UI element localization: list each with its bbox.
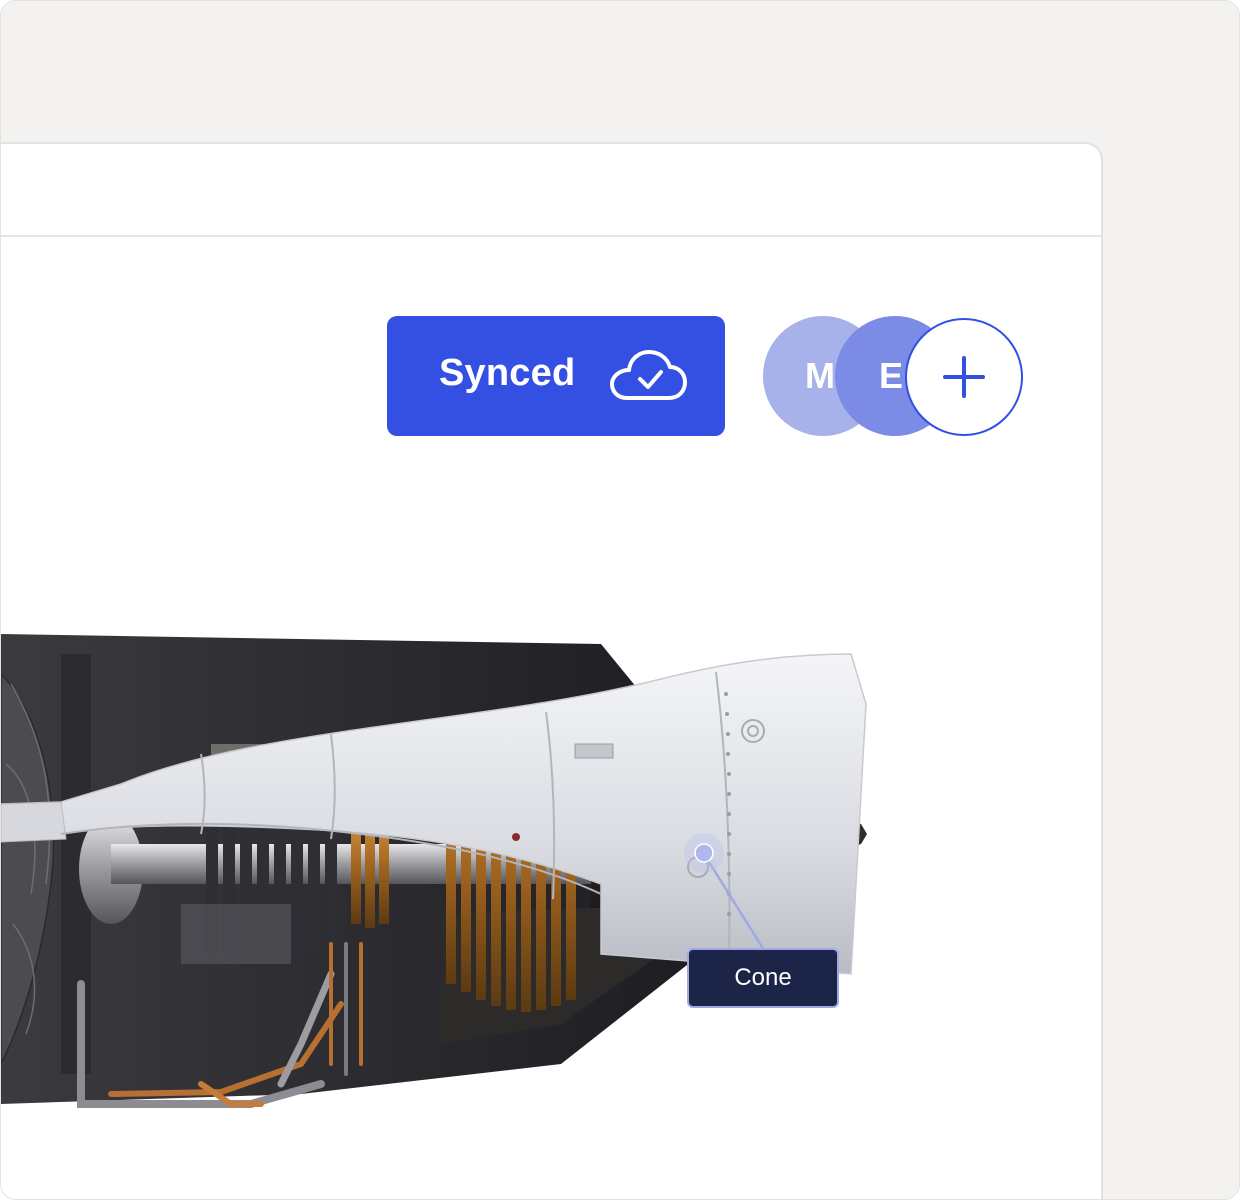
plus-icon: [943, 356, 985, 398]
toolbar-divider: [1, 235, 1101, 237]
viewer-panel: Synced M E Cone: [1, 142, 1103, 1199]
avatar-initial: M: [805, 355, 835, 396]
sync-status-label: Synced: [439, 352, 576, 394]
sync-status-button[interactable]: Synced: [387, 316, 725, 436]
cloud-check-icon: [610, 350, 687, 400]
jet-engine-model[interactable]: [1, 504, 881, 1124]
annotation-label-cone[interactable]: Cone: [687, 948, 839, 1008]
avatar-initial: E: [879, 355, 904, 396]
add-collaborator-button[interactable]: [905, 318, 1023, 436]
app-window-background: Synced M E Cone: [0, 0, 1240, 1200]
